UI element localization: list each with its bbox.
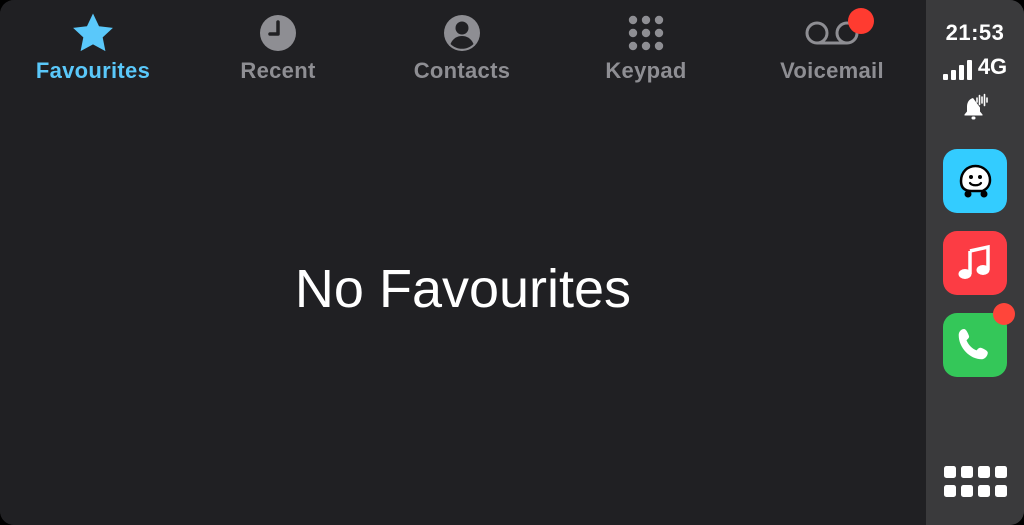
keypad-icon bbox=[626, 10, 666, 56]
waze-icon bbox=[959, 164, 992, 198]
person-icon bbox=[442, 10, 482, 56]
clock-icon bbox=[258, 10, 298, 56]
voicemail-icon bbox=[804, 8, 874, 56]
status-signal: 4G bbox=[942, 54, 1008, 80]
waze-app-button[interactable] bbox=[943, 149, 1007, 213]
tab-label: Favourites bbox=[35, 58, 151, 83]
phone-icon bbox=[958, 329, 988, 360]
network-type: 4G bbox=[977, 54, 1008, 79]
app-grid-icon bbox=[944, 466, 1007, 497]
carplay-screen: Favourites Recent Contacts Keypad Voicem… bbox=[0, 0, 1024, 525]
notification-bell-icon bbox=[960, 92, 990, 127]
tab-bar: Favourites Recent Contacts Keypad Voicem… bbox=[0, 0, 926, 100]
signal-bars-icon bbox=[942, 60, 972, 80]
carplay-sidebar: 21:53 4G bbox=[926, 0, 1024, 525]
home-grid-button[interactable] bbox=[943, 465, 1007, 501]
tab-keypad[interactable]: Keypad bbox=[594, 0, 698, 96]
phone-app-main: Favourites Recent Contacts Keypad Voicem… bbox=[0, 0, 926, 525]
voicemail-badge bbox=[848, 8, 874, 34]
music-app-button[interactable] bbox=[943, 231, 1007, 295]
star-icon bbox=[71, 10, 115, 56]
tab-label: Voicemail bbox=[780, 58, 884, 83]
tab-voicemail[interactable]: Voicemail bbox=[768, 0, 896, 96]
status-time: 21:53 bbox=[945, 20, 1005, 45]
empty-state-message: No Favourites bbox=[294, 259, 632, 319]
tab-label: Contacts bbox=[413, 58, 511, 83]
tab-favourites[interactable]: Favourites bbox=[22, 0, 164, 96]
tab-contacts[interactable]: Contacts bbox=[400, 0, 524, 96]
phone-app-button[interactable] bbox=[943, 303, 1015, 377]
tab-label: Keypad bbox=[605, 58, 687, 83]
phone-badge bbox=[993, 303, 1015, 325]
music-note-icon bbox=[958, 244, 990, 279]
tab-recent[interactable]: Recent bbox=[215, 0, 341, 96]
tab-label: Recent bbox=[240, 58, 316, 83]
